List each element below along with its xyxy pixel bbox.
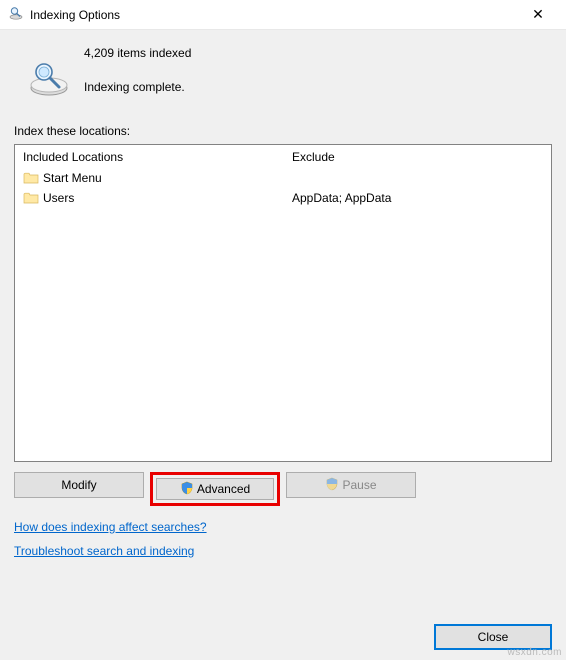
watermark: wsxdn.com: [507, 647, 562, 658]
link-how-indexing[interactable]: How does indexing affect searches?: [14, 520, 207, 534]
shield-icon: [180, 481, 194, 498]
close-icon: ✕: [532, 6, 544, 23]
folder-icon: [23, 191, 39, 205]
titlebar: Indexing Options ✕: [0, 0, 566, 30]
location-exclude: [284, 174, 551, 182]
folder-icon: [23, 171, 39, 185]
column-headers: Included Locations Exclude: [15, 145, 551, 168]
header-included[interactable]: Included Locations: [15, 146, 284, 168]
indexing-title-icon: [8, 5, 24, 24]
indexing-status-icon: [14, 44, 84, 98]
button-label: Pause: [342, 478, 376, 492]
status-row: 4,209 items indexed Indexing complete.: [14, 44, 552, 98]
action-buttons-row: Modify Advanced: [14, 472, 552, 506]
list-item[interactable]: Start Menu: [15, 168, 551, 188]
button-label: Close: [478, 630, 509, 644]
indexing-options-window: Indexing Options ✕ 4,209 items indexed I…: [0, 0, 566, 660]
location-exclude: AppData; AppData: [284, 187, 551, 209]
button-label: Modify: [61, 478, 96, 492]
items-indexed-count: 4,209 items indexed: [84, 46, 191, 60]
advanced-button[interactable]: Advanced: [156, 478, 274, 500]
content-area: 4,209 items indexed Indexing complete. I…: [0, 30, 566, 660]
shield-icon: [325, 477, 339, 494]
link-troubleshoot[interactable]: Troubleshoot search and indexing: [14, 544, 194, 558]
advanced-highlight: Advanced: [150, 472, 280, 506]
location-name: Start Menu: [43, 171, 102, 185]
pause-button: Pause: [286, 472, 416, 498]
status-text: 4,209 items indexed Indexing complete.: [84, 44, 191, 94]
button-label: Advanced: [197, 482, 250, 496]
index-locations-label: Index these locations:: [14, 124, 552, 138]
modify-button[interactable]: Modify: [14, 472, 144, 498]
locations-listbox[interactable]: Included Locations Exclude Start Menu: [14, 144, 552, 462]
list-item[interactable]: Users AppData; AppData: [15, 188, 551, 208]
location-rows: Start Menu Users AppData; AppData: [15, 168, 551, 461]
header-exclude[interactable]: Exclude: [284, 146, 551, 168]
window-close-button[interactable]: ✕: [518, 1, 558, 29]
window-title: Indexing Options: [30, 8, 518, 22]
indexing-status-message: Indexing complete.: [84, 80, 191, 94]
location-name: Users: [43, 191, 74, 205]
help-links: How does indexing affect searches? Troub…: [14, 520, 552, 568]
